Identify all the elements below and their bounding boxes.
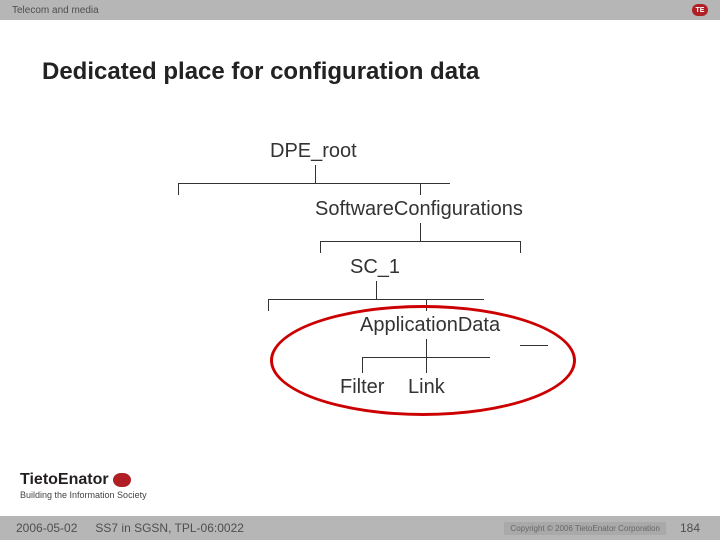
bottom-bar: 2006-05-02 SS7 in SGSN, TPL-06:0022 Copy…	[0, 516, 720, 540]
brand-logo-icon	[113, 473, 131, 487]
brand-block: TietoEnator Building the Information Soc…	[20, 471, 147, 500]
footer-doc: SS7 in SGSN, TPL-06:0022	[95, 521, 244, 535]
slide-title: Dedicated place for configuration data	[42, 58, 720, 86]
footer-copyright: Copyright © 2006 TietoEnator Corporation	[504, 522, 666, 535]
tree-diagram: DPE_root SoftwareConfigurations SC_1 App…	[170, 140, 610, 440]
category-label: Telecom and media	[12, 5, 99, 16]
footer-page: 184	[680, 521, 700, 535]
node-dpe-root: DPE_root	[270, 140, 357, 163]
node-software-configurations: SoftwareConfigurations	[315, 198, 523, 221]
footer-date: 2006-05-02	[16, 521, 77, 535]
brand-name: TietoEnator	[20, 471, 109, 489]
node-sc-1: SC_1	[350, 256, 400, 279]
top-bar: Telecom and media TE	[0, 0, 720, 20]
highlight-ellipse	[270, 305, 576, 416]
brand-tagline: Building the Information Society	[20, 490, 147, 500]
brand-badge-icon: TE	[692, 4, 708, 16]
